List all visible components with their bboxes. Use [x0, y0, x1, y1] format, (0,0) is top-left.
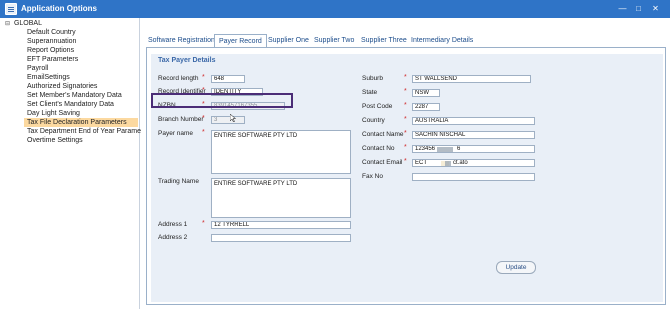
tree-root-global[interactable]: ⊟ GLOBAL — [5, 19, 42, 28]
suburb-label: Suburb — [362, 75, 383, 82]
post-code-field[interactable]: 2287 — [412, 103, 440, 111]
contact-email-field[interactable]: ECT ct.ato — [412, 159, 535, 167]
tree-item-tax-department-eoy[interactable]: Tax Department End of Year Parameters — [24, 127, 156, 136]
tree-item-superannuation[interactable]: Superannuation — [24, 37, 79, 46]
contact-no-value-end: 6 — [457, 146, 461, 152]
address2-label: Address 2 — [158, 234, 188, 241]
payer-name-field[interactable]: ENTIRE SOFTWARE PTY LTD — [211, 130, 351, 174]
tree-item-eft-parameters[interactable]: EFT Parameters — [24, 55, 81, 64]
contact-no-field[interactable]: 123456 6 — [412, 145, 535, 153]
address1-label: Address 1 — [158, 221, 188, 228]
required-marker: * — [202, 129, 205, 136]
tree-item-tax-file-declaration[interactable]: Tax File Declaration Parameters — [24, 118, 138, 127]
tab-software-registration[interactable]: Software Registration — [148, 34, 215, 48]
tree-item-default-country[interactable]: Default Country — [24, 28, 79, 37]
address2-field[interactable] — [211, 234, 351, 242]
contact-no-label: Contact No — [362, 145, 395, 152]
minimize-button[interactable]: — — [617, 3, 628, 14]
window-title: Application Options — [21, 4, 97, 13]
tab-supplier-three[interactable]: Supplier Three — [361, 34, 407, 48]
title-bar: Application Options — □ ✕ — [0, 0, 670, 18]
required-marker: * — [404, 88, 407, 95]
state-field[interactable]: NSW — [412, 89, 440, 97]
tab-supplier-two[interactable]: Supplier Two — [314, 34, 354, 48]
tree-item-member-mandatory-data[interactable]: Set Member's Mandatory Data — [24, 91, 125, 100]
nzbn-highlight-box — [151, 93, 293, 108]
maximize-button[interactable]: □ — [633, 3, 644, 14]
record-length-label: Record length — [158, 75, 199, 82]
redaction-blur — [437, 147, 453, 152]
suburb-field[interactable]: ST WALLSEND — [412, 75, 531, 83]
required-marker: * — [202, 74, 205, 81]
required-marker: * — [404, 102, 407, 109]
mouse-cursor-icon — [230, 114, 236, 122]
tree-item-overtime-settings[interactable]: Overtime Settings — [24, 136, 86, 145]
tax-payer-details-group: Tax Payer Details Record length * 648 Re… — [151, 54, 663, 302]
required-marker: * — [404, 74, 407, 81]
country-label: Country — [362, 117, 385, 124]
fax-no-field[interactable] — [412, 173, 535, 181]
required-marker: * — [404, 144, 407, 151]
post-code-label: Post Code — [362, 103, 393, 110]
tree-item-payroll[interactable]: Payroll — [24, 64, 51, 73]
tree-item-report-options[interactable]: Report Options — [24, 46, 77, 55]
country-field[interactable]: AUSTRALIA — [412, 117, 535, 125]
tab-payer-record[interactable]: Payer Record — [214, 34, 267, 48]
contact-name-label: Contact Name — [362, 131, 404, 138]
address1-field[interactable]: 12 TYRRELL — [211, 221, 351, 229]
trading-name-field[interactable]: ENTIRE SOFTWARE PTY LTD — [211, 178, 351, 218]
tree-item-day-light-saving[interactable]: Day Light Saving — [24, 109, 83, 118]
app-icon — [5, 3, 17, 15]
trading-name-label: Trading Name — [158, 178, 199, 185]
options-tree: ⊟ GLOBAL Default Country Superannuation … — [2, 18, 153, 309]
tab-intermediary-details[interactable]: Intermediary Details — [411, 34, 473, 48]
branch-number-label: Branch Number — [158, 116, 204, 123]
contact-email-value-end: ct.ato — [453, 160, 468, 166]
contact-email-label: Contact Email — [362, 159, 403, 166]
main-content: Software Registration Payer Record Suppl… — [141, 18, 668, 309]
branch-number-field[interactable]: 3 — [211, 116, 245, 124]
record-length-field[interactable]: 648 — [211, 75, 245, 83]
section-title: Tax Payer Details — [158, 57, 216, 64]
contact-no-value-start: 123456 — [415, 146, 436, 152]
required-marker: * — [202, 115, 205, 122]
contact-name-field[interactable]: SACHIN NISCHAL — [412, 131, 535, 139]
tree-item-email-settings[interactable]: EmailSettings — [24, 73, 73, 82]
required-marker: * — [404, 116, 407, 123]
tree-root-label: GLOBAL — [13, 20, 42, 27]
required-marker: * — [202, 220, 205, 227]
payer-name-label: Payer name — [158, 130, 194, 137]
payer-record-panel: Tax Payer Details Record length * 648 Re… — [146, 47, 666, 305]
redaction-blur — [445, 161, 451, 166]
contact-email-value-start: ECT — [415, 160, 427, 166]
tree-item-authorized-signatories[interactable]: Authorized Signatories — [24, 82, 100, 91]
tree-item-client-mandatory-data[interactable]: Set Client's Mandatory Data — [24, 100, 117, 109]
required-marker: * — [404, 130, 407, 137]
close-button[interactable]: ✕ — [650, 3, 661, 14]
required-marker: * — [404, 158, 407, 165]
state-label: State — [362, 89, 378, 96]
tab-supplier-one[interactable]: Supplier One — [268, 34, 309, 48]
fax-no-label: Fax No — [362, 173, 383, 180]
update-button[interactable]: Update — [496, 261, 536, 274]
collapse-icon[interactable]: ⊟ — [5, 20, 12, 29]
